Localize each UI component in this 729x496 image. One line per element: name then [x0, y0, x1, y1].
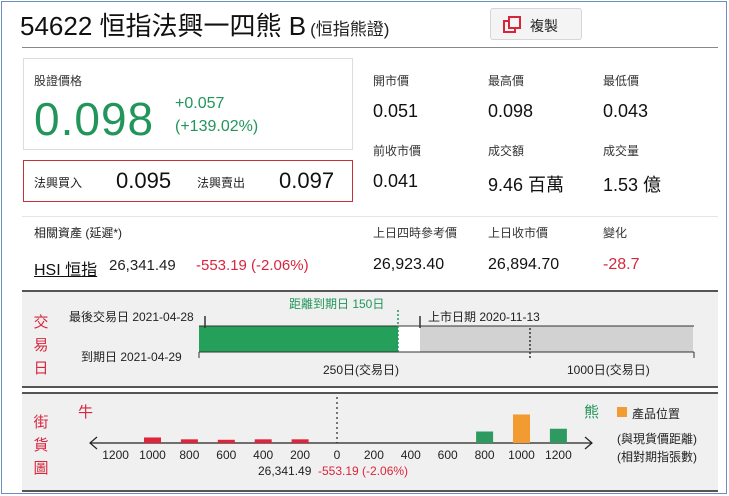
street-tick-label: 1200 [102, 448, 129, 462]
price-value: 0.098 [34, 93, 155, 145]
section-divider [22, 216, 718, 217]
stat-prev-close-value: 0.041 [373, 171, 419, 191]
stat-low-value: 0.043 [603, 101, 649, 121]
ask-label: 法興賣出 [197, 176, 246, 190]
street-tick-label: 200 [290, 448, 310, 462]
expiry-date: 到期日 2021-04-29 [81, 350, 182, 364]
underlying-change: -553.19 (-2.06%) [196, 257, 309, 274]
street-tick-label: 200 [364, 448, 384, 462]
street-tick-label: 1200 [545, 448, 572, 462]
legend-swatch [617, 407, 627, 417]
product-position-bar [513, 414, 530, 443]
contracts-note: (相對期指張數) [617, 450, 697, 464]
copy-button[interactable]: 複製 [490, 8, 582, 40]
price-label: 股證價格 [34, 74, 83, 88]
stat-low-label: 最低價 [603, 74, 640, 88]
center-change: -553.19 (-2.06%) [318, 464, 409, 478]
stat-high-value: 0.098 [488, 101, 534, 121]
stat-prev-close-label: 前收市價 [373, 144, 422, 158]
side-char: 易 [33, 337, 49, 354]
scale-250-label: 250日(交易日) [323, 363, 400, 377]
bull-bar [291, 439, 309, 443]
bear-bar [476, 431, 494, 443]
street-chart: 1200 1000 800 600 400 200 0 200 400 600 800 1000 120… [89, 397, 593, 462]
underlying-price: 26,341.49 [109, 257, 176, 274]
page-title: 54622 恒指法興一四熊 B (恒指熊證) [20, 6, 389, 43]
diff-label: 變化 [603, 226, 628, 240]
side-char: 貨 [33, 437, 49, 454]
price-change-pct: (+139.02%) [175, 118, 259, 135]
scale-1000-label: 1000日(交易日) [567, 363, 650, 377]
copy-icon [503, 16, 521, 33]
warrant-type: (恒指熊證) [310, 20, 390, 39]
bull-bar [180, 439, 198, 443]
prev-close-label: 上日收市價 [488, 226, 549, 240]
street-tick-label: 1000 [139, 448, 166, 462]
header-divider [22, 47, 718, 48]
side-char: 日 [33, 360, 49, 377]
bid-value: 0.095 [116, 168, 172, 193]
street-tick-label: 800 [179, 448, 199, 462]
street-tick-label: 0 [334, 448, 341, 462]
bull-bar [217, 439, 235, 443]
stat-open-value: 0.051 [373, 101, 419, 121]
stat-high-label: 最高價 [488, 74, 525, 88]
trading-side-label: 交 易 日 [31, 311, 51, 380]
bull-bar [254, 439, 272, 443]
bull-bar [144, 437, 161, 443]
street-tick-label: 1000 [508, 448, 535, 462]
diff-value: -28.7 [603, 256, 640, 273]
legend-label: 產品位置 [632, 407, 681, 421]
side-char: 圖 [33, 460, 49, 477]
price-change: +0.057 [175, 95, 225, 112]
street-tick-label: 400 [401, 448, 421, 462]
street-tick-label: 800 [475, 448, 495, 462]
ask-value: 0.097 [279, 168, 335, 193]
underlying-label: 相關資產 (延遲*) [34, 226, 122, 240]
stat-volume-value: 1.53 億 [603, 175, 662, 195]
warrant-name: 54622 恒指法興一四熊 B [20, 11, 307, 41]
last-trade-date: 最後交易日 2021-04-28 [69, 310, 194, 324]
stat-turnover-label: 成交額 [488, 144, 525, 158]
copy-label: 複製 [530, 18, 558, 34]
bid-label: 法興買入 [34, 176, 83, 190]
center-price: 26,341.49 [258, 464, 312, 478]
distance-note: (與現貨價距離) [617, 432, 697, 446]
stat-volume-label: 成交量 [603, 144, 640, 158]
ref-price-value: 26,923.40 [373, 256, 445, 273]
street-tick-label: 600 [438, 448, 458, 462]
street-side-label: 街 貨 圖 [31, 411, 51, 480]
stat-turnover-value: 9.46 百萬 [488, 175, 565, 195]
ref-price-label: 上日四時參考價 [373, 226, 458, 240]
stat-open-label: 開市價 [373, 74, 410, 88]
underlying-link[interactable]: HSI 恒指 [34, 256, 97, 280]
prev-close-value: 26,894.70 [488, 256, 560, 273]
street-tick-label: 400 [253, 448, 273, 462]
street-tick-label: 600 [216, 448, 236, 462]
bear-bar [549, 428, 567, 443]
side-char: 街 [33, 414, 49, 431]
side-char: 交 [33, 314, 49, 331]
